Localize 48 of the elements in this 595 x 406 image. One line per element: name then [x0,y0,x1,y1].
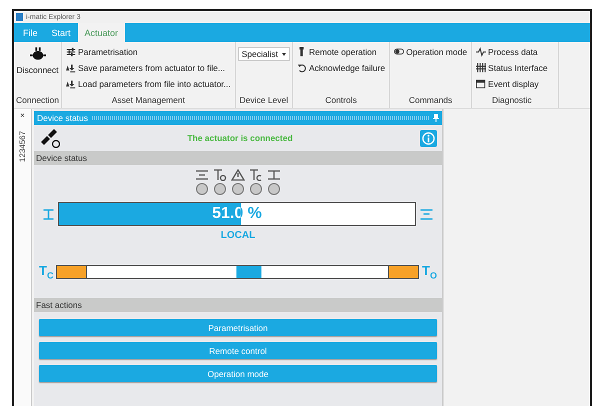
group-title: Asset Management [110,95,186,107]
torque-closed-label: T$_{C}$ [39,264,54,281]
ribbon-button[interactable]: Status Interface [474,60,550,76]
section-header: Fast actions [34,298,442,312]
transfer-icon [66,63,76,73]
torque-open-label: T$_{O}$ [422,264,437,281]
level-dropdown[interactable]: Specialist [238,47,290,61]
group-title: Commands [408,95,454,107]
grid-icon [476,63,486,73]
info-icon [422,132,435,144]
ribbon-button[interactable]: Load parameters from file into actuator... [64,76,233,92]
group-title: Diagnostic [490,95,533,107]
pulse-icon [476,47,486,57]
caret-icon [282,52,286,56]
panel-title: Device status [37,113,88,123]
calendar-icon [476,79,486,89]
ribbon-button[interactable]: Remote operation [295,44,388,60]
end-position-icon [43,208,54,220]
torque-icon [213,169,227,181]
ribbon-button[interactable]: Process data [474,44,550,60]
app-icon [16,13,23,21]
connection-message: The actuator is connected [186,133,294,143]
close-button[interactable]: × [20,111,25,120]
mode-label: LOCAL [220,230,256,241]
ribbon-button[interactable]: Event display [474,76,550,92]
group-title: Connection [16,95,60,107]
ribbon-button[interactable]: Parametrisation [64,44,233,60]
refresh-icon [297,63,308,73]
end-position-icon [195,169,209,181]
ribbon-button[interactable]: Save parameters from actuator to file... [64,60,233,76]
sliders-icon [66,47,76,57]
ribbon-button[interactable]: Operation mode [392,44,470,60]
end-position-icon [420,208,433,220]
ribbon-button[interactable]: Acknowledge failure [295,60,388,76]
transfer-icon [66,79,76,89]
end-position-icon [267,169,281,181]
plug-icon [30,47,46,61]
pin-icon [433,114,439,122]
plug-icon [39,128,60,148]
group-title: Controls [324,95,358,107]
disconnect-button[interactable]: Disconnect [16,44,60,75]
info-button[interactable] [420,130,437,146]
section-header: Device status [34,151,442,165]
dock-tab[interactable]: 1234567 [18,130,27,162]
group-title: Device Level [238,95,290,107]
toggle-icon [394,47,404,57]
warning-icon [231,169,245,181]
torque-icon [249,169,263,181]
